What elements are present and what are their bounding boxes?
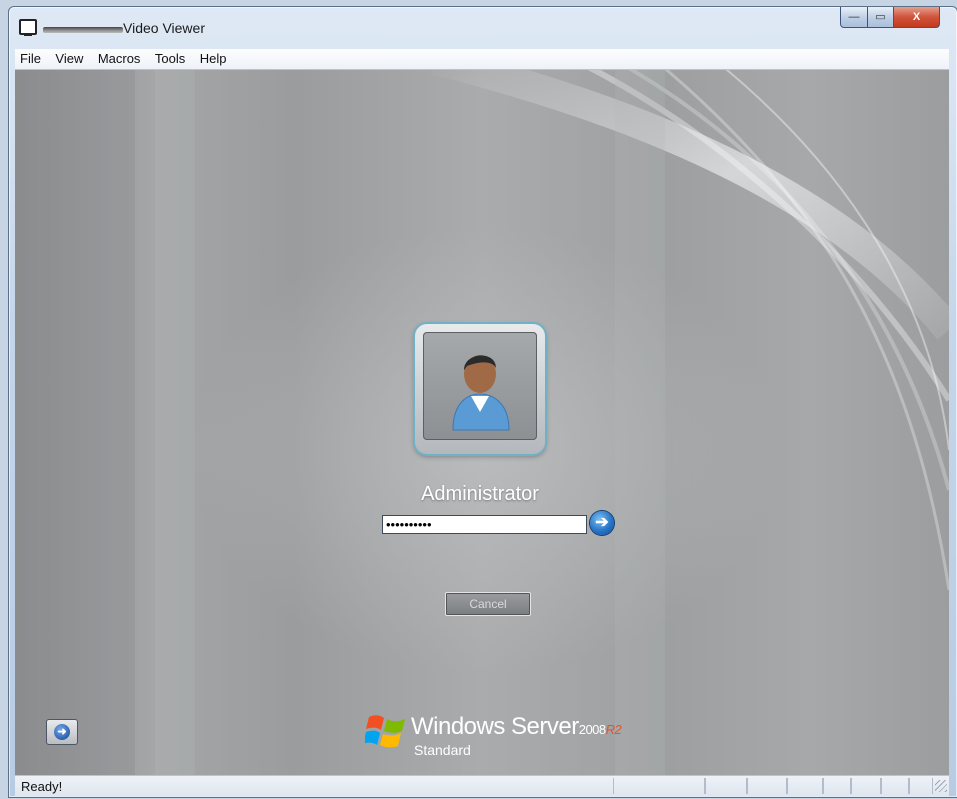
username-label: Administrator (421, 483, 539, 505)
status-pane-8 (909, 778, 933, 794)
menu-macros[interactable]: Macros (93, 49, 146, 66)
status-bar: Ready! (15, 775, 949, 796)
resize-grip[interactable] (935, 780, 947, 792)
windows-logo-icon (365, 715, 405, 748)
video-viewer-window: Video Viewer — ▭ X File View Macros Tool… (8, 6, 957, 798)
brand-name: Windows Server2008R2 (411, 713, 622, 741)
brand-name-text: Windows Server (411, 713, 579, 740)
submit-arrow-button[interactable]: ➔ (590, 511, 614, 535)
password-field[interactable]: •••••••••• (382, 515, 587, 534)
brand-r2: R2 (605, 722, 622, 737)
brand-edition: Standard (414, 742, 471, 758)
status-pane-3 (747, 778, 787, 794)
cancel-button[interactable]: Cancel (445, 592, 531, 616)
menu-view[interactable]: View (50, 49, 88, 66)
status-text: Ready! (21, 779, 63, 794)
windows-server-branding: Windows Server2008R2 Standard (365, 705, 625, 763)
title-bar[interactable]: Video Viewer — ▭ X (9, 7, 957, 45)
status-pane-1 (613, 778, 705, 794)
ease-of-access-button[interactable]: ➜ (46, 719, 78, 745)
brand-year: 2008 (578, 722, 606, 737)
status-pane-4 (787, 778, 823, 794)
ease-of-access-icon: ➜ (54, 724, 70, 740)
close-button[interactable]: X (893, 7, 940, 28)
menu-help[interactable]: Help (195, 49, 232, 66)
status-pane-7 (881, 778, 909, 794)
minimize-button[interactable]: — (840, 7, 868, 28)
maximize-button[interactable]: ▭ (867, 7, 894, 28)
status-pane-2 (705, 778, 747, 794)
status-pane-5 (823, 778, 851, 794)
menu-tools[interactable]: Tools (150, 49, 190, 66)
user-tile[interactable] (415, 324, 545, 454)
menu-file[interactable]: File (15, 49, 46, 66)
window-title: Video Viewer (123, 20, 205, 36)
status-pane-6 (851, 778, 881, 794)
menu-bar: File View Macros Tools Help (15, 49, 949, 70)
remote-screen[interactable]: Administrator •••••••••• ➔ Cancel ➜ Wind… (15, 70, 949, 775)
title-redacted-prefix (43, 27, 123, 33)
user-avatar-icon (423, 332, 537, 440)
monitor-icon (19, 19, 37, 36)
